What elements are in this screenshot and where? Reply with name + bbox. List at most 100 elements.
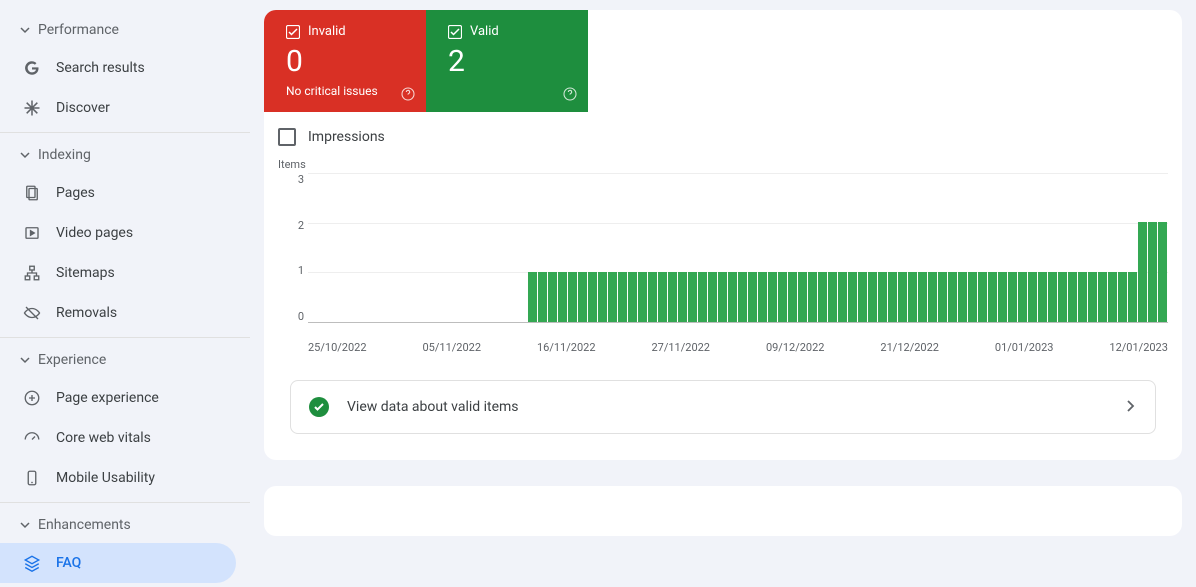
chart-plot: [308, 173, 1168, 323]
xtick: 25/10/2022: [308, 341, 367, 354]
chart-bar: [598, 272, 607, 322]
chart-bar: [1078, 272, 1087, 322]
checkbox-checked-icon: [286, 25, 300, 39]
chart-bar: [688, 272, 697, 322]
stat-invalid-value: 0: [286, 45, 408, 78]
sidebar-item-video-pages[interactable]: Video pages: [0, 213, 236, 253]
sidebar-item-discover[interactable]: Discover: [0, 88, 236, 128]
gauge-icon: [22, 428, 42, 448]
chart-bar: [808, 272, 817, 322]
chart-bar: [538, 272, 547, 322]
chart-bar: [558, 272, 567, 322]
sidebar-item-label: Search results: [56, 60, 145, 76]
ytick: 1: [278, 264, 304, 277]
ytick: 2: [278, 219, 304, 232]
sidebar-item-removals[interactable]: Removals: [0, 293, 236, 333]
check-circle-icon: [309, 397, 329, 417]
sidebar-item-search-results[interactable]: Search results: [0, 48, 236, 88]
stat-valid-label: Valid: [470, 24, 499, 39]
mobile-icon: [22, 468, 42, 488]
sidebar-item-pages[interactable]: Pages: [0, 173, 236, 213]
impressions-toggle[interactable]: Impressions: [264, 112, 1182, 152]
chart-bar: [1138, 222, 1147, 322]
sidebar-item-label: Pages: [56, 185, 95, 201]
chart-bar: [928, 272, 937, 322]
chart-bar: [568, 272, 577, 322]
sidebar-item-sitemaps[interactable]: Sitemaps: [0, 253, 236, 293]
sidebar-item-page-experience[interactable]: Page experience: [0, 378, 236, 418]
stat-valid[interactable]: Valid 2: [426, 10, 588, 112]
sidebar-item-label: Discover: [56, 100, 110, 116]
sidebar-item-core-web-vitals[interactable]: Core web vitals: [0, 418, 236, 458]
sidebar-item-label: Mobile Usability: [56, 470, 155, 486]
chart-bar: [1038, 272, 1047, 322]
chart-bar: [1008, 272, 1017, 322]
chart-bar: [718, 272, 727, 322]
chart-bar: [878, 272, 887, 322]
stat-invalid-sub: No critical issues: [286, 84, 408, 98]
sidebar-header-indexing[interactable]: Indexing: [0, 137, 250, 173]
chart-bar: [968, 272, 977, 322]
chart-y-axis: 3 2 1 0: [278, 173, 304, 323]
sidebar-item-label: Core web vitals: [56, 430, 151, 446]
chart-bar: [818, 272, 827, 322]
xtick: 01/01/2023: [995, 341, 1054, 354]
sidebar-item-faq[interactable]: FAQ: [0, 543, 236, 583]
chart-bar: [938, 272, 947, 322]
chart-bar: [1108, 272, 1117, 322]
help-icon[interactable]: [562, 86, 578, 102]
chart-bar: [948, 272, 957, 322]
stat-valid-sub: [448, 84, 570, 98]
chart-bar: [1088, 272, 1097, 322]
chart-bar: [588, 272, 597, 322]
sidebar-item-label: Removals: [56, 305, 117, 321]
xtick: 21/12/2022: [880, 341, 939, 354]
sidebar: Performance Search results Discover Inde…: [0, 0, 250, 577]
sidebar-item-label: Page experience: [56, 390, 159, 406]
sidebar-header-performance[interactable]: Performance: [0, 12, 250, 48]
stat-invalid-label: Invalid: [308, 24, 346, 39]
xtick: 09/12/2022: [766, 341, 825, 354]
stat-invalid[interactable]: Invalid 0 No critical issues: [264, 10, 426, 112]
help-icon[interactable]: [400, 86, 416, 102]
chart-bar: [698, 272, 707, 322]
layers-icon: [22, 553, 42, 573]
view-valid-data-link[interactable]: View data about valid items: [290, 380, 1156, 434]
chart-bar: [1158, 222, 1167, 322]
xtick: 27/11/2022: [651, 341, 710, 354]
sidebar-item-mobile-usability[interactable]: Mobile Usability: [0, 458, 236, 498]
chart-bar: [728, 272, 737, 322]
stat-valid-value: 2: [448, 45, 570, 78]
chart-bar: [708, 272, 717, 322]
sidebar-item-label: Sitemaps: [56, 265, 115, 281]
sitemap-icon: [22, 263, 42, 283]
chart-bar: [738, 272, 747, 322]
chart-bar: [1068, 272, 1077, 322]
xtick: 12/01/2023: [1109, 341, 1168, 354]
chart-bar: [1058, 272, 1067, 322]
chart-bar: [908, 272, 917, 322]
chart-bar: [1098, 272, 1107, 322]
sidebar-header-label: Enhancements: [38, 517, 131, 533]
view-data-label: View data about valid items: [347, 399, 1123, 415]
google-icon: [22, 58, 42, 78]
chart-y-label: Items: [278, 158, 1168, 171]
chart: Items 3 2 1 0 25/10/2022 05/11/2022: [264, 152, 1182, 364]
chart-bar: [678, 272, 687, 322]
checkbox-unchecked-icon: [278, 128, 296, 146]
chart-bar: [918, 272, 927, 322]
sidebar-header-experience[interactable]: Experience: [0, 342, 250, 378]
chart-bar: [1128, 272, 1137, 322]
checkbox-checked-icon: [448, 25, 462, 39]
chart-x-axis: 25/10/2022 05/11/2022 16/11/2022 27/11/2…: [308, 341, 1168, 354]
chart-bar: [768, 272, 777, 322]
chart-bar: [638, 272, 647, 322]
ytick: 3: [278, 173, 304, 186]
chart-bar: [628, 272, 637, 322]
plus-circle-icon: [22, 388, 42, 408]
sidebar-header-enhancements[interactable]: Enhancements: [0, 507, 250, 543]
chart-bar: [1118, 272, 1127, 322]
chart-bar: [788, 272, 797, 322]
chevron-down-icon: [20, 355, 30, 365]
chart-bar: [548, 272, 557, 322]
